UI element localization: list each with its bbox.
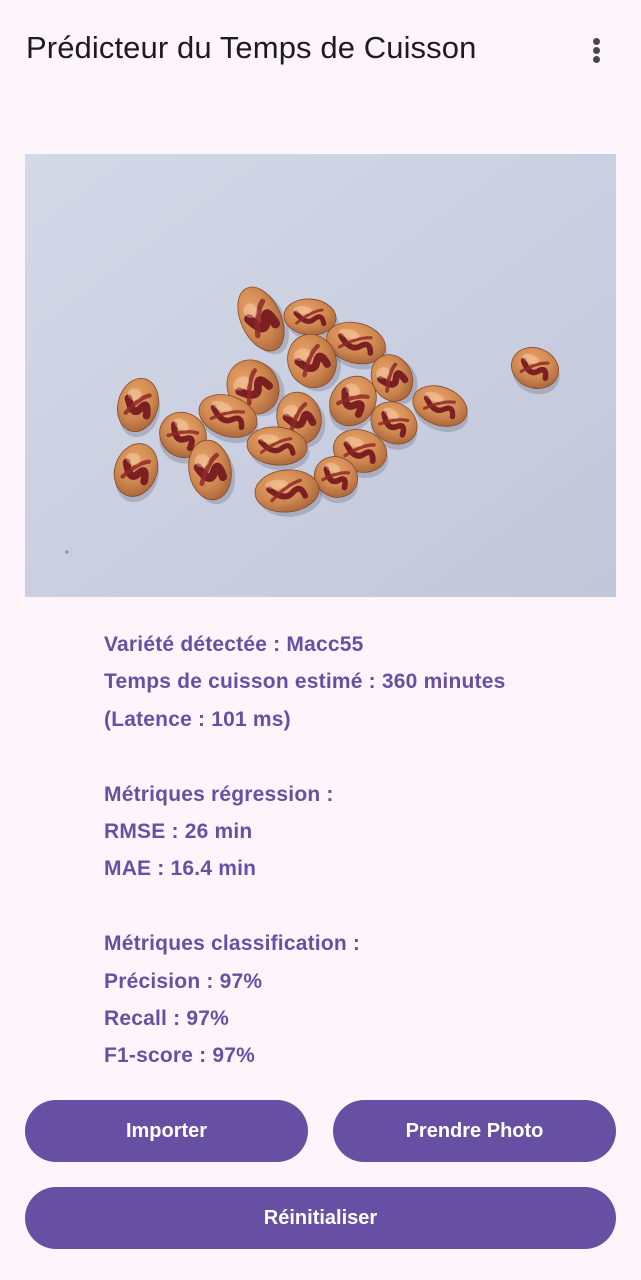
latency-text: (Latence : 101 ms) — [104, 707, 291, 731]
results-panel: Variété détectée : Macc55 Temps de cuiss… — [104, 626, 604, 1075]
classification-header: Métriques classification : — [104, 932, 361, 956]
rmse-text: RMSE : 26 min — [104, 819, 253, 843]
bean-photo — [25, 154, 616, 597]
f1-score-text: F1-score : 97% — [104, 1044, 256, 1068]
regression-header: Métriques régression : — [104, 782, 334, 806]
app-bar: Prédicteur du Temps de Cuisson — [0, 0, 641, 100]
variety-text: Variété détectée : Macc55 — [104, 633, 364, 656]
precision-text: Précision : 97% — [104, 969, 263, 993]
take-photo-button[interactable]: Prendre Photo — [333, 1100, 616, 1162]
mae-text: MAE : 16.4 min — [104, 857, 257, 881]
app-title: Prédicteur du Temps de Cuisson — [26, 30, 477, 65]
recall-text: Recall : 97% — [104, 1006, 229, 1030]
cooking-time-text: Temps de cuisson estimé : 360 minutes — [104, 670, 506, 694]
reset-button[interactable]: Réinitialiser — [25, 1187, 616, 1249]
import-button[interactable]: Importer — [25, 1100, 308, 1162]
more-vert-icon[interactable] — [577, 28, 617, 72]
